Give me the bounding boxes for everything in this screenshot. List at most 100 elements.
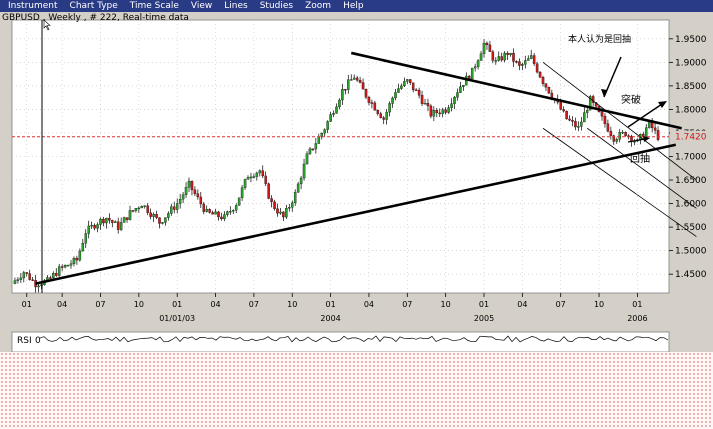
candle-body <box>473 66 477 69</box>
candle-body <box>223 214 226 220</box>
candle-body <box>205 209 208 212</box>
chart-title: GBPUSD , Weekly , # 222, Real-time data <box>2 13 189 23</box>
candle-body <box>255 172 259 177</box>
candle-body <box>264 175 267 184</box>
rsi-panel[interactable] <box>11 331 670 352</box>
candle-body <box>270 198 273 203</box>
candle-body <box>485 42 489 46</box>
candle-body <box>90 225 93 227</box>
candle-body <box>535 63 539 73</box>
menu-help[interactable]: Help <box>343 1 364 11</box>
candle-body <box>373 102 377 111</box>
menu-studies[interactable]: Studies <box>260 1 293 11</box>
candle-body <box>261 170 264 177</box>
candle-body <box>119 222 123 230</box>
candle-body <box>84 233 88 244</box>
candle-body <box>538 71 542 78</box>
candle-body <box>329 114 332 122</box>
candle-body <box>52 273 55 279</box>
candle-body <box>237 197 241 206</box>
chart-canvas: GBPUSD , Weekly , # 222, Real-time data … <box>0 12 713 352</box>
candle-body <box>158 217 161 224</box>
candle-body <box>164 217 167 223</box>
menu-time-scale[interactable]: Time Scale <box>130 1 179 11</box>
candle-body <box>621 132 624 134</box>
candle-body <box>246 177 250 180</box>
x-tick-label: 10 <box>287 300 297 309</box>
candle-body <box>28 273 31 280</box>
candle-body <box>293 192 297 204</box>
candle-body <box>488 44 492 52</box>
candle-body <box>267 183 270 199</box>
candle-body <box>642 133 645 137</box>
x-tick-label: 01 <box>479 300 489 309</box>
x-year-label: 2004 <box>320 314 340 323</box>
x-tick-label: 04 <box>57 300 67 309</box>
candle-body <box>78 250 82 261</box>
menu-view[interactable]: View <box>191 1 212 11</box>
candle-body <box>518 61 521 66</box>
candle-body <box>208 209 211 213</box>
candle-body <box>470 67 474 80</box>
candle-body <box>571 120 574 122</box>
candle-body <box>600 111 604 117</box>
candle-body <box>108 217 111 221</box>
candle-body <box>178 199 182 204</box>
candle-body <box>456 92 459 98</box>
candle-body <box>288 207 291 209</box>
candle-body <box>583 112 586 123</box>
candle-body <box>397 88 400 93</box>
candle-body <box>544 83 548 88</box>
background-pattern <box>0 352 713 429</box>
candle-body <box>453 97 456 104</box>
candle-body <box>574 121 577 128</box>
candle-body <box>476 60 480 67</box>
candle-body <box>459 86 462 93</box>
x-tick-label: 07 <box>402 300 412 309</box>
candle-body <box>414 89 418 92</box>
x-tick-label: 01 <box>632 300 642 309</box>
candle-body <box>60 266 64 268</box>
candle-body <box>411 82 415 91</box>
candle-body <box>234 205 238 211</box>
candle-body <box>388 103 391 113</box>
app-window: Instrument Chart Type Time Scale View Li… <box>0 0 713 429</box>
candle-body <box>240 187 244 198</box>
candle-body <box>105 217 108 224</box>
candle-body <box>506 52 509 55</box>
menu-chart-type[interactable]: Chart Type <box>70 1 118 11</box>
candle-body <box>335 106 338 114</box>
candle-body <box>276 208 279 214</box>
candle-body <box>172 206 176 210</box>
candle-body <box>202 203 205 212</box>
candle-body <box>181 194 185 200</box>
candle-body <box>503 52 506 61</box>
menu-instrument[interactable]: Instrument <box>8 1 58 11</box>
candle-body <box>111 220 114 223</box>
y-tick-label: 1.4500 <box>675 270 707 280</box>
candle-body <box>114 221 117 223</box>
candle-body <box>364 89 368 98</box>
candle-body <box>379 113 382 118</box>
candle-body <box>450 103 453 108</box>
y-tick-label: 1.6500 <box>675 176 707 186</box>
menu-zoom[interactable]: Zoom <box>305 1 331 11</box>
candle-body <box>603 116 607 124</box>
candle-body <box>547 86 551 94</box>
candle-body <box>102 218 105 224</box>
candle-body <box>196 193 200 198</box>
rsi-label: RSI <box>17 336 32 346</box>
x-tick-label: 01 <box>22 300 32 309</box>
candle-body <box>615 139 619 142</box>
candle-body <box>122 217 126 223</box>
x-tick-label: 04 <box>210 300 220 309</box>
candle-body <box>358 80 362 83</box>
candle-body <box>406 79 409 82</box>
candle-body <box>214 211 217 215</box>
menu-lines[interactable]: Lines <box>224 1 247 11</box>
candle-body <box>190 180 194 191</box>
candle-body <box>155 214 158 218</box>
rsi-value: 0 <box>35 336 41 346</box>
candle-body <box>99 218 102 225</box>
candle-body <box>347 79 350 90</box>
